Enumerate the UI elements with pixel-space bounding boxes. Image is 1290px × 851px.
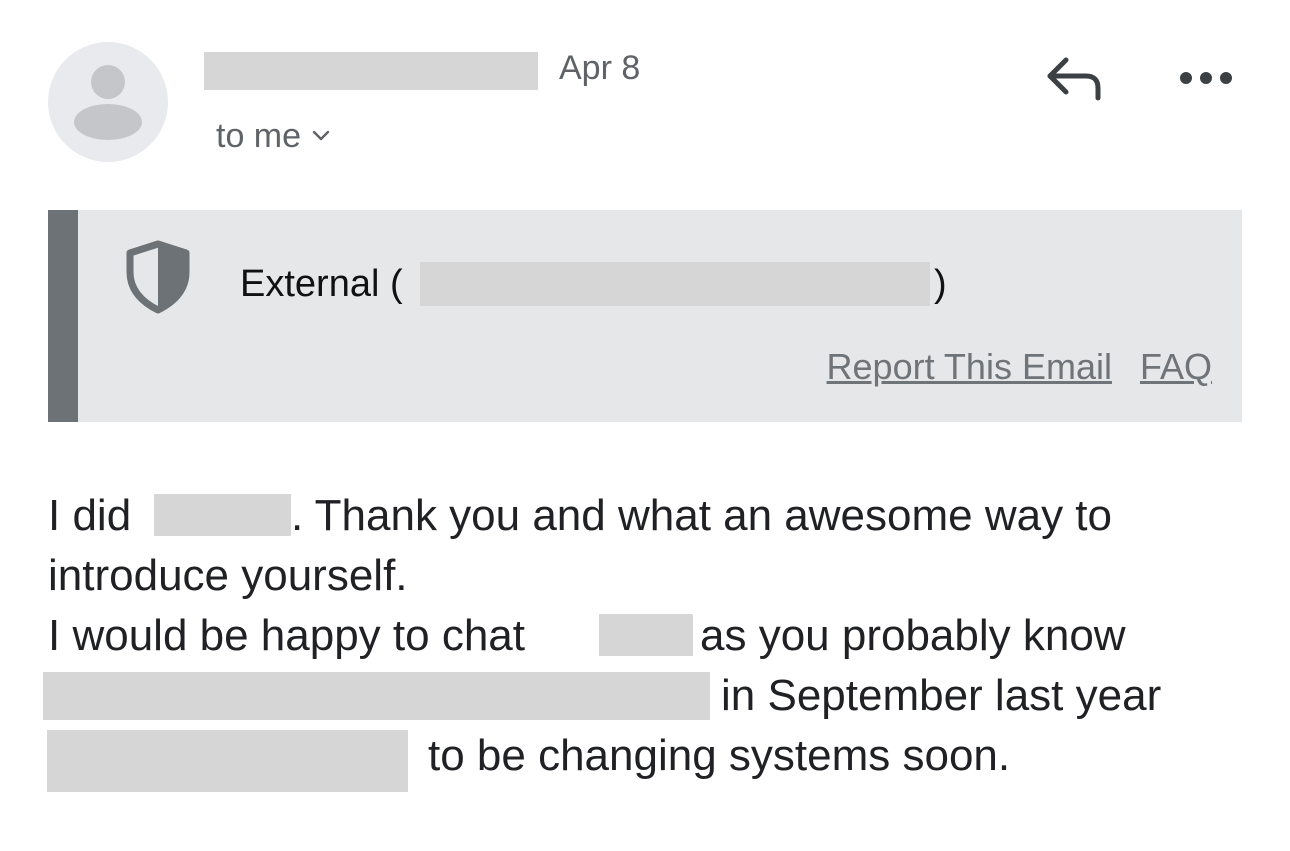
body-line-1-start: I did (48, 491, 132, 540)
chevron-down-icon (312, 130, 330, 141)
reply-icon (1047, 57, 1101, 101)
body-line-5-end: to be changing systems soon. (428, 731, 1011, 780)
sender-avatar[interactable] (48, 42, 168, 162)
redacted-body-2 (599, 614, 693, 656)
body-line-3-end: as you probably know (700, 611, 1126, 660)
external-warning-banner: External ( ) Report This Email FAQ (48, 210, 1242, 422)
recipient-label: to me (216, 117, 302, 155)
faq-link[interactable]: FAQ (1140, 346, 1212, 388)
redacted-body-3 (43, 672, 710, 720)
redacted-sender-address (420, 262, 930, 306)
body-line-1-end: . Thank you and what an awesome way to (291, 491, 1113, 540)
person-avatar-icon (74, 65, 142, 140)
banner-accent-bar (48, 210, 78, 422)
more-options-icon (1180, 72, 1232, 84)
redacted-body-4 (47, 730, 408, 792)
body-line-3-start: I would be happy to chat (48, 611, 525, 660)
message-date: Apr 8 (559, 49, 641, 87)
banner-links: Report This Email FAQ (827, 346, 1212, 388)
body-line-4-end: in September last year (721, 671, 1162, 720)
redacted-body-1 (154, 494, 291, 536)
external-label-close: ) (934, 263, 947, 305)
external-label: External ( (240, 263, 403, 305)
body-line-2: introduce yourself. (48, 551, 408, 600)
redacted-sender-name (204, 52, 538, 90)
reply-button[interactable] (1040, 50, 1108, 106)
shield-icon (126, 240, 190, 314)
recipient-toggle[interactable]: to me (216, 116, 331, 156)
more-options-button[interactable] (1176, 60, 1236, 96)
report-email-link[interactable]: Report This Email (827, 346, 1112, 388)
